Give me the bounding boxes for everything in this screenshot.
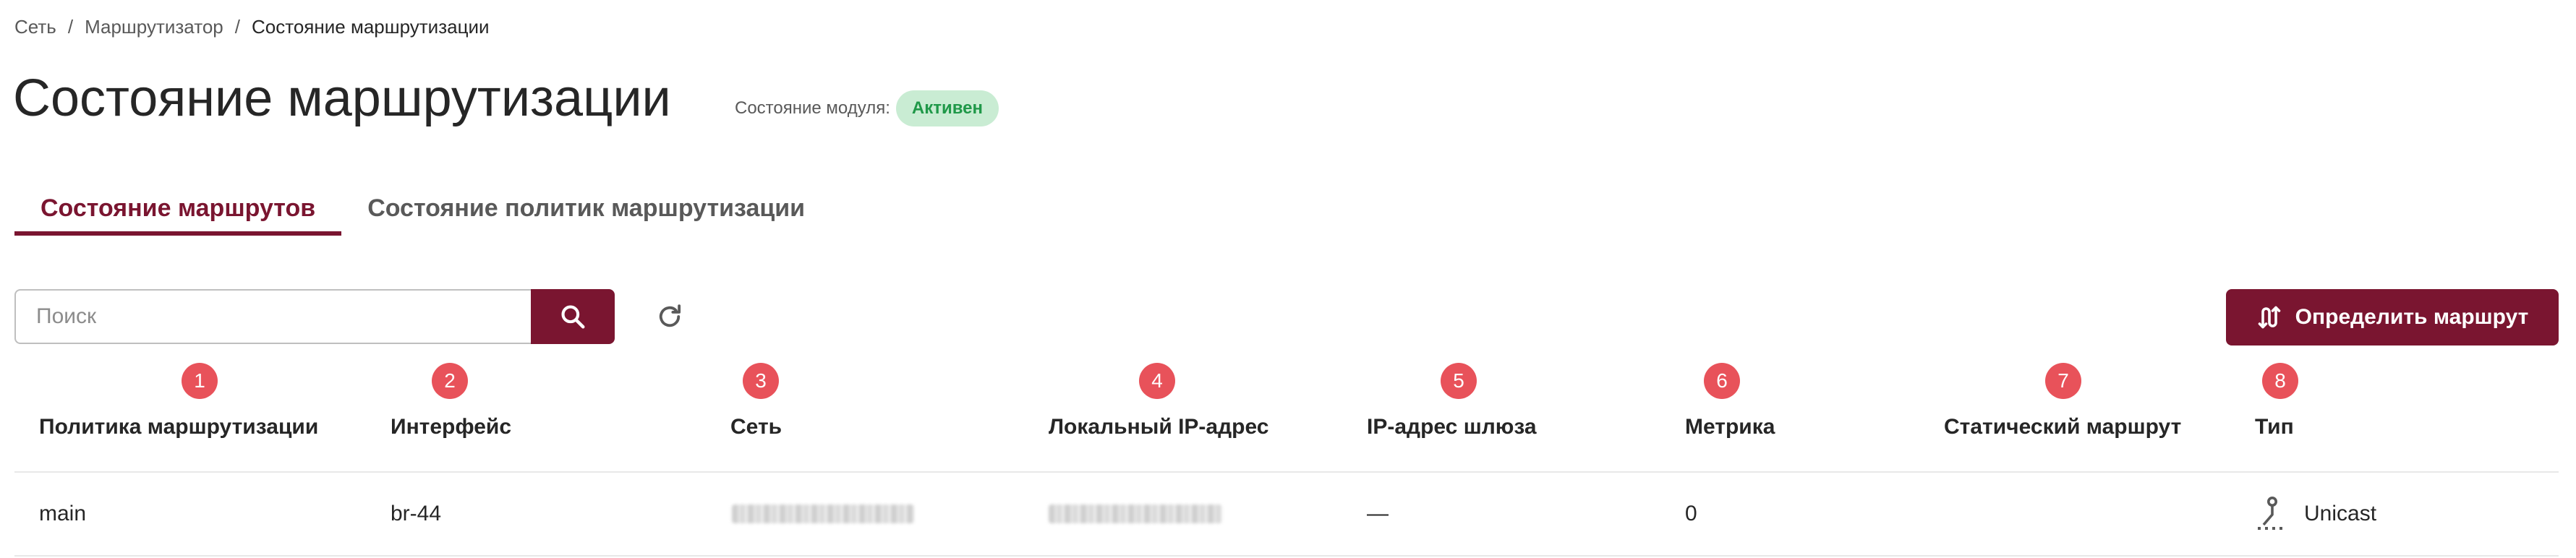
column-marker: 3 (743, 363, 779, 399)
cell-metric: 0 (1685, 502, 1697, 525)
route-icon (2258, 306, 2280, 329)
tab-bar: Состояние маршрутов Состояние политик ма… (14, 186, 831, 239)
module-status: Состояние модуля: Активен (735, 90, 999, 127)
column-header-network[interactable]: Сеть (730, 415, 782, 439)
row-divider (14, 555, 2559, 557)
module-status-label: Состояние модуля: (735, 98, 890, 118)
search-input[interactable] (14, 289, 531, 344)
tab-route-status[interactable]: Состояние маршрутов (14, 186, 342, 236)
column-header-type[interactable]: Тип (2255, 415, 2294, 439)
breadcrumb: Сеть / Маршрутизатор / Состояние маршрут… (14, 14, 490, 39)
column-marker: 6 (1704, 363, 1740, 399)
search-button[interactable] (531, 289, 615, 344)
cell-policy: main (39, 502, 87, 525)
column-marker: 1 (182, 363, 218, 399)
column-marker: 7 (2045, 363, 2081, 399)
cell-gateway-ip: — (1367, 502, 1389, 525)
cell-interface: br-44 (391, 502, 442, 525)
breadcrumb-separator: / (67, 15, 74, 38)
column-header-gateway-ip[interactable]: IP-адрес шлюза (1367, 415, 1537, 439)
search-icon (561, 305, 585, 329)
unicast-icon (2258, 497, 2287, 530)
column-header-static-route[interactable]: Статический маршрут (1944, 415, 2181, 439)
cell-type-label: Unicast (2304, 502, 2377, 525)
breadcrumb-current: Состояние маршрутизации (251, 15, 490, 38)
define-route-label: Определить маршрут (2295, 305, 2529, 329)
column-marker: 2 (432, 363, 468, 399)
breadcrumb-item-router[interactable]: Маршрутизатор (85, 16, 223, 38)
status-badge: Активен (895, 90, 999, 126)
column-marker: 4 (1139, 363, 1175, 399)
column-header-local-ip[interactable]: Локальный IP-адрес (1049, 415, 1268, 439)
define-route-button[interactable]: Определить маршрут (2226, 289, 2559, 345)
breadcrumb-separator: / (234, 15, 240, 38)
column-header-policy[interactable]: Политика маршрутизации (39, 415, 318, 439)
header-divider (14, 471, 2559, 473)
page-title: Состояние маршрутизации (13, 69, 671, 127)
cell-network-redacted (732, 505, 914, 523)
breadcrumb-item-network[interactable]: Сеть (14, 16, 56, 38)
refresh-icon (659, 304, 681, 327)
cell-type: Unicast (2255, 496, 2376, 532)
column-marker: 8 (2262, 363, 2298, 399)
column-header-metric[interactable]: Метрика (1685, 415, 1775, 439)
tab-policy-status[interactable]: Состояние политик маршрутизации (341, 186, 831, 236)
column-marker: 5 (1441, 363, 1477, 399)
column-header-interface[interactable]: Интерфейс (391, 415, 511, 439)
cell-local-ip-redacted (1049, 505, 1222, 523)
refresh-button[interactable] (648, 295, 691, 338)
